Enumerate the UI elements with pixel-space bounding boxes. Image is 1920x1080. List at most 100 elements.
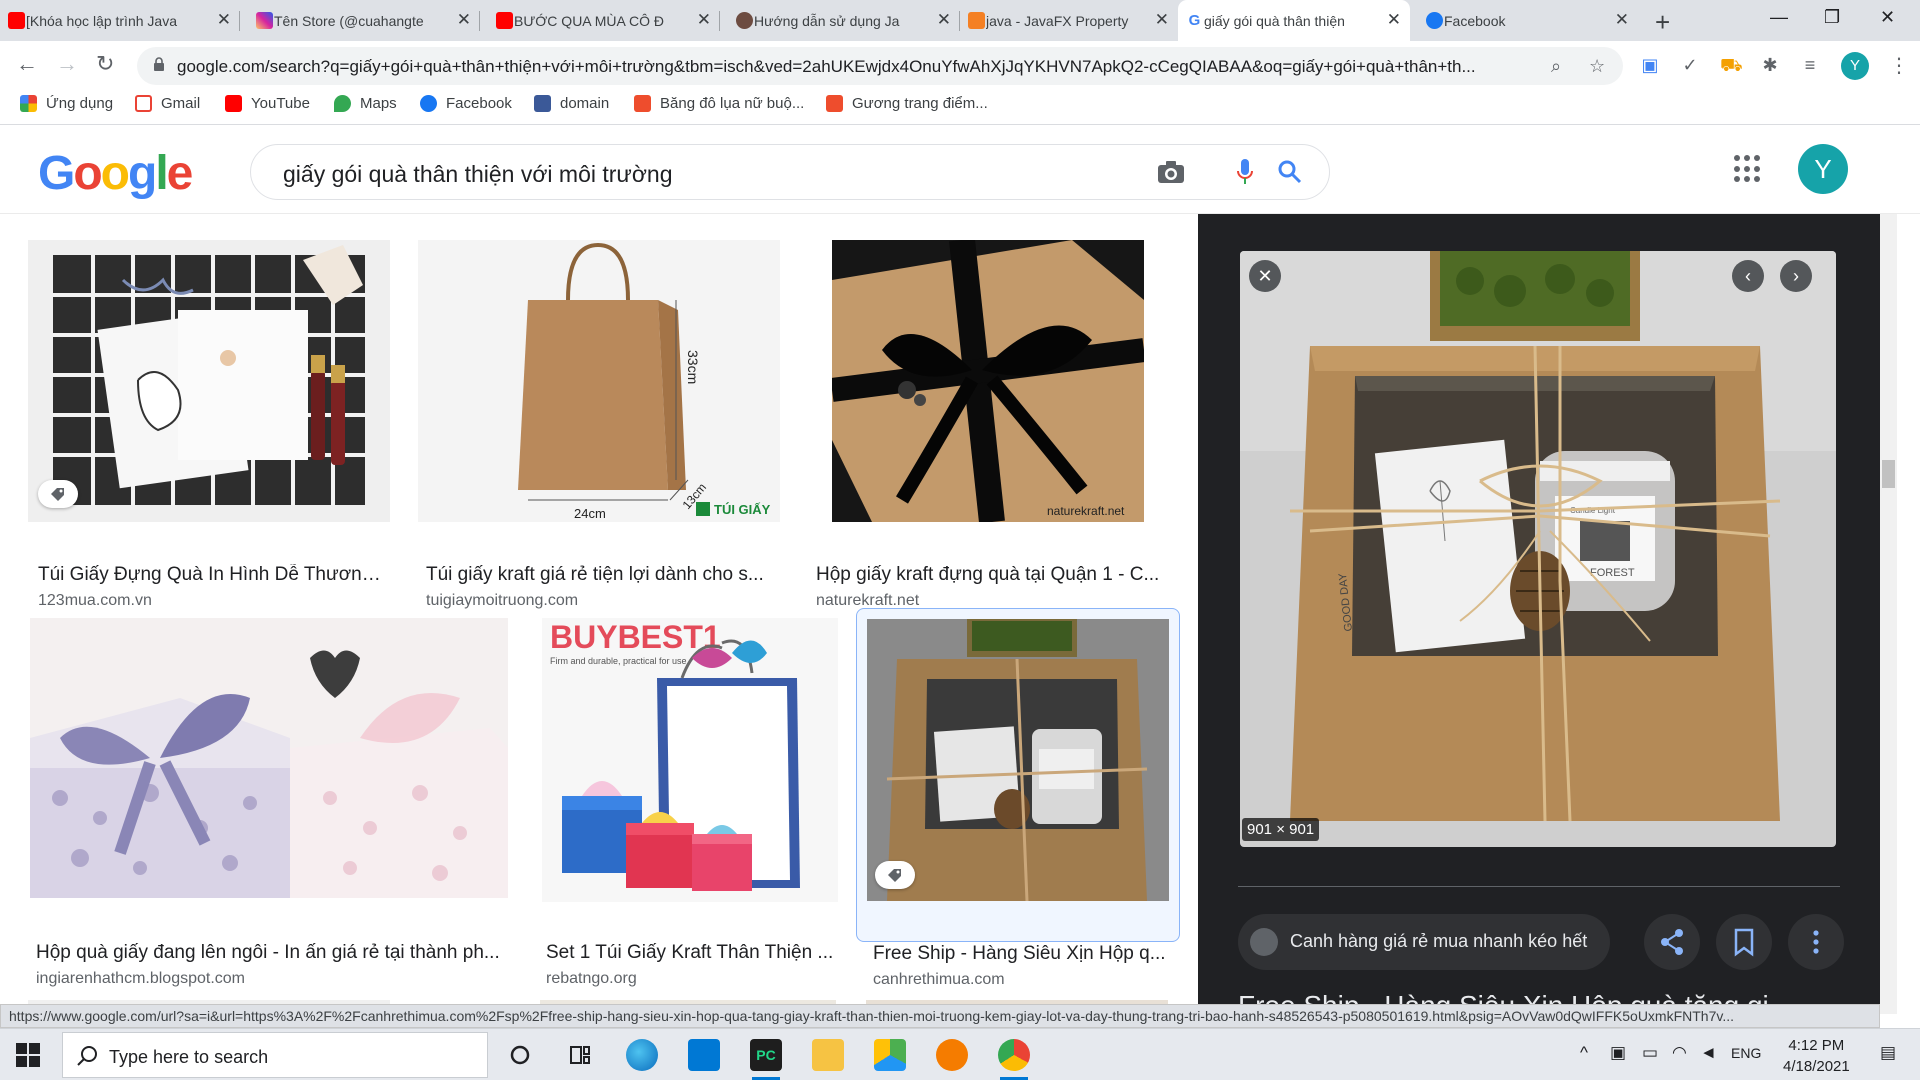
result-thumbnail[interactable] — [28, 240, 390, 522]
back-button[interactable]: ← — [16, 51, 38, 77]
mail-icon[interactable] — [688, 1039, 720, 1071]
google-apps-icon[interactable] — [1734, 155, 1762, 183]
result-card[interactable]: 24cm 33cm 13cm TÚI GIẤY Túi giấy kraft g… — [418, 240, 780, 609]
bookmark-youtube[interactable]: YouTube — [225, 95, 310, 112]
windows-taskbar: Type here to search PC ^ ▣ ▭ ◠ ◄ ENG 4:1… — [0, 1028, 1920, 1080]
result-source[interactable]: canhrethimua.com — [873, 971, 1005, 989]
cortana-icon[interactable] — [504, 1039, 536, 1071]
forward-button[interactable]: → — [56, 51, 78, 77]
result-title[interactable]: Túi giấy kraft giá rẻ tiện lợi dành cho … — [426, 564, 776, 586]
result-thumbnail[interactable] — [30, 618, 508, 898]
result-card-selected[interactable]: Free Ship - Hàng Siêu Xịn Hộp q... canhr… — [856, 608, 1180, 988]
result-thumbnail[interactable]: BUYBEST1 Firm and durable, practical for… — [542, 618, 838, 902]
tab-google-search[interactable]: G giấy gói quà thân thiện ✕ — [1178, 0, 1410, 41]
result-title[interactable]: Hộp giấy kraft đựng quà tại Quận 1 - C..… — [816, 564, 1166, 586]
tray-app-icon[interactable]: ▣ — [1610, 1043, 1626, 1063]
system-clock[interactable]: 4:12 PM 4/18/2021 — [1783, 1035, 1850, 1077]
visit-site-button[interactable]: Canh hàng giá rẻ mua nhanh kéo hết — [1238, 914, 1610, 970]
search-input[interactable]: giấy gói quà thân thiện với môi trường — [250, 144, 1330, 200]
pycharm-icon[interactable]: PC — [750, 1039, 782, 1080]
result-thumbnail[interactable]: 24cm 33cm 13cm TÚI GIẤY — [418, 240, 780, 522]
bookmark-gmail[interactable]: Gmail — [135, 95, 200, 112]
result-title[interactable]: Túi Giấy Đựng Quà In Hình Dễ Thương ... — [38, 564, 388, 586]
result-title[interactable]: Free Ship - Hàng Siêu Xịn Hộp q... — [873, 943, 1173, 965]
close-icon[interactable]: ✕ — [697, 10, 711, 30]
battery-icon[interactable]: ▭ — [1642, 1043, 1658, 1063]
result-card[interactable]: naturekraft.net Hộp giấy kraft đựng quà … — [808, 240, 1170, 609]
bookmark-shop-2[interactable]: Gương trang điểm... — [826, 95, 988, 112]
show-hidden-icons[interactable]: ^ — [1580, 1043, 1588, 1063]
bookmark-facebook[interactable]: Facebook — [420, 95, 512, 112]
result-thumbnail[interactable] — [867, 619, 1169, 901]
result-card[interactable]: BUYBEST1 Firm and durable, practical for… — [538, 618, 838, 987]
google-icon: G — [1186, 12, 1203, 29]
minimize-button[interactable]: — — [1770, 7, 1788, 28]
check-extension-icon[interactable]: ✓ — [1680, 55, 1700, 75]
result-source[interactable]: tuigiaymoitruong.com — [426, 592, 578, 610]
edge-icon[interactable] — [626, 1039, 658, 1071]
result-source[interactable]: rebatngo.org — [546, 970, 637, 988]
preview-image[interactable]: GOOD DAY Candle Light FOREST — [1240, 251, 1836, 847]
extensions-puzzle-icon[interactable]: ✱ — [1760, 55, 1780, 75]
app-orange-icon[interactable] — [936, 1039, 968, 1071]
bookmark-maps[interactable]: Maps — [334, 95, 397, 112]
close-icon[interactable]: ✕ — [937, 10, 951, 30]
page-scrollbar[interactable] — [1880, 214, 1897, 1014]
close-icon[interactable]: ✕ — [1615, 10, 1629, 30]
wifi-icon[interactable]: ◠ — [1672, 1043, 1687, 1063]
tab-youtube-song[interactable]: BƯỚC QUA MÙA CÔ Đ ✕ — [488, 0, 720, 41]
result-source[interactable]: ingiarenhathcm.blogspot.com — [36, 970, 245, 988]
start-button[interactable] — [16, 1043, 40, 1067]
tab-instagram[interactable]: Tên Store (@cuahangte ✕ — [248, 0, 480, 41]
tab-java-guide[interactable]: Hướng dẫn sử dụng Ja ✕ — [728, 0, 960, 41]
maximize-button[interactable]: ❐ — [1824, 7, 1840, 28]
notifications-icon[interactable]: ▤ — [1880, 1043, 1896, 1063]
language-indicator[interactable]: ENG — [1731, 1045, 1761, 1061]
close-icon[interactable]: ✕ — [1387, 10, 1401, 30]
close-icon[interactable]: ✕ — [457, 10, 471, 30]
address-bar[interactable]: google.com/search?q=giấy+gói+quà+thân+th… — [137, 47, 1623, 85]
profile-avatar[interactable]: Y — [1841, 52, 1869, 80]
camera-icon[interactable] — [1157, 160, 1185, 184]
result-card[interactable]: Hộp quà giấy đang lên ngôi - In ấn giá r… — [28, 618, 510, 987]
result-title[interactable]: Hộp quà giấy đang lên ngôi - In ấn giá r… — [36, 942, 506, 964]
cart-extension-icon[interactable]: ⛟ — [1720, 55, 1743, 75]
result-source[interactable]: 123mua.com.vn — [38, 592, 152, 610]
zoom-icon[interactable]: ⌕ — [1551, 56, 1561, 77]
result-card[interactable]: Túi Giấy Đựng Quà In Hình Dễ Thương ... … — [28, 240, 390, 609]
taskbar-search[interactable]: Type here to search — [62, 1032, 488, 1078]
tab-java-course[interactable]: [Khóa học lập trình Java ✕ — [0, 0, 240, 41]
tab-facebook[interactable]: Facebook ✕ — [1418, 0, 1638, 41]
close-icon[interactable]: ✕ — [217, 10, 231, 30]
chrome-icon[interactable] — [998, 1039, 1030, 1080]
translate-extension-icon[interactable]: ▣ — [1640, 55, 1660, 75]
browser-menu-icon[interactable]: ⋮ — [1889, 53, 1909, 78]
result-thumbnail[interactable]: naturekraft.net — [832, 240, 1144, 522]
previous-image-button[interactable]: ‹ — [1732, 260, 1764, 292]
close-icon[interactable]: ✕ — [1155, 10, 1169, 30]
result-title[interactable]: Set 1 Túi Giấy Kraft Thân Thiện ... — [546, 942, 836, 964]
bookmark-star-icon[interactable]: ☆ — [1589, 56, 1605, 77]
save-button[interactable] — [1716, 914, 1772, 970]
share-button[interactable] — [1644, 914, 1700, 970]
microphone-icon[interactable] — [1237, 158, 1253, 186]
file-explorer-icon[interactable] — [812, 1039, 844, 1071]
bookmark-domain[interactable]: domain — [534, 95, 609, 112]
media-queue-icon[interactable]: ≡ — [1800, 55, 1820, 75]
bookmark-apps[interactable]: Ứng dụng — [20, 95, 113, 112]
bookmark-shop-1[interactable]: Băng đô lụa nữ buộ... — [634, 95, 804, 112]
google-logo[interactable]: Google — [38, 146, 193, 201]
task-view-icon[interactable] — [564, 1039, 596, 1071]
new-tab-button[interactable]: + — [1655, 7, 1670, 38]
search-icon[interactable] — [1277, 159, 1303, 185]
volume-icon[interactable]: ◄ — [1700, 1043, 1717, 1063]
app-cube-icon[interactable] — [874, 1039, 906, 1071]
more-options-button[interactable] — [1788, 914, 1844, 970]
scrollbar-thumb[interactable] — [1882, 460, 1895, 488]
close-preview-button[interactable]: ✕ — [1249, 260, 1281, 292]
close-window-button[interactable]: ✕ — [1880, 7, 1895, 28]
tab-stackoverflow[interactable]: java - JavaFX Property ✕ — [960, 0, 1178, 41]
next-image-button[interactable]: › — [1780, 260, 1812, 292]
account-avatar[interactable]: Y — [1798, 144, 1848, 194]
reload-button[interactable]: ↻ — [96, 51, 114, 77]
